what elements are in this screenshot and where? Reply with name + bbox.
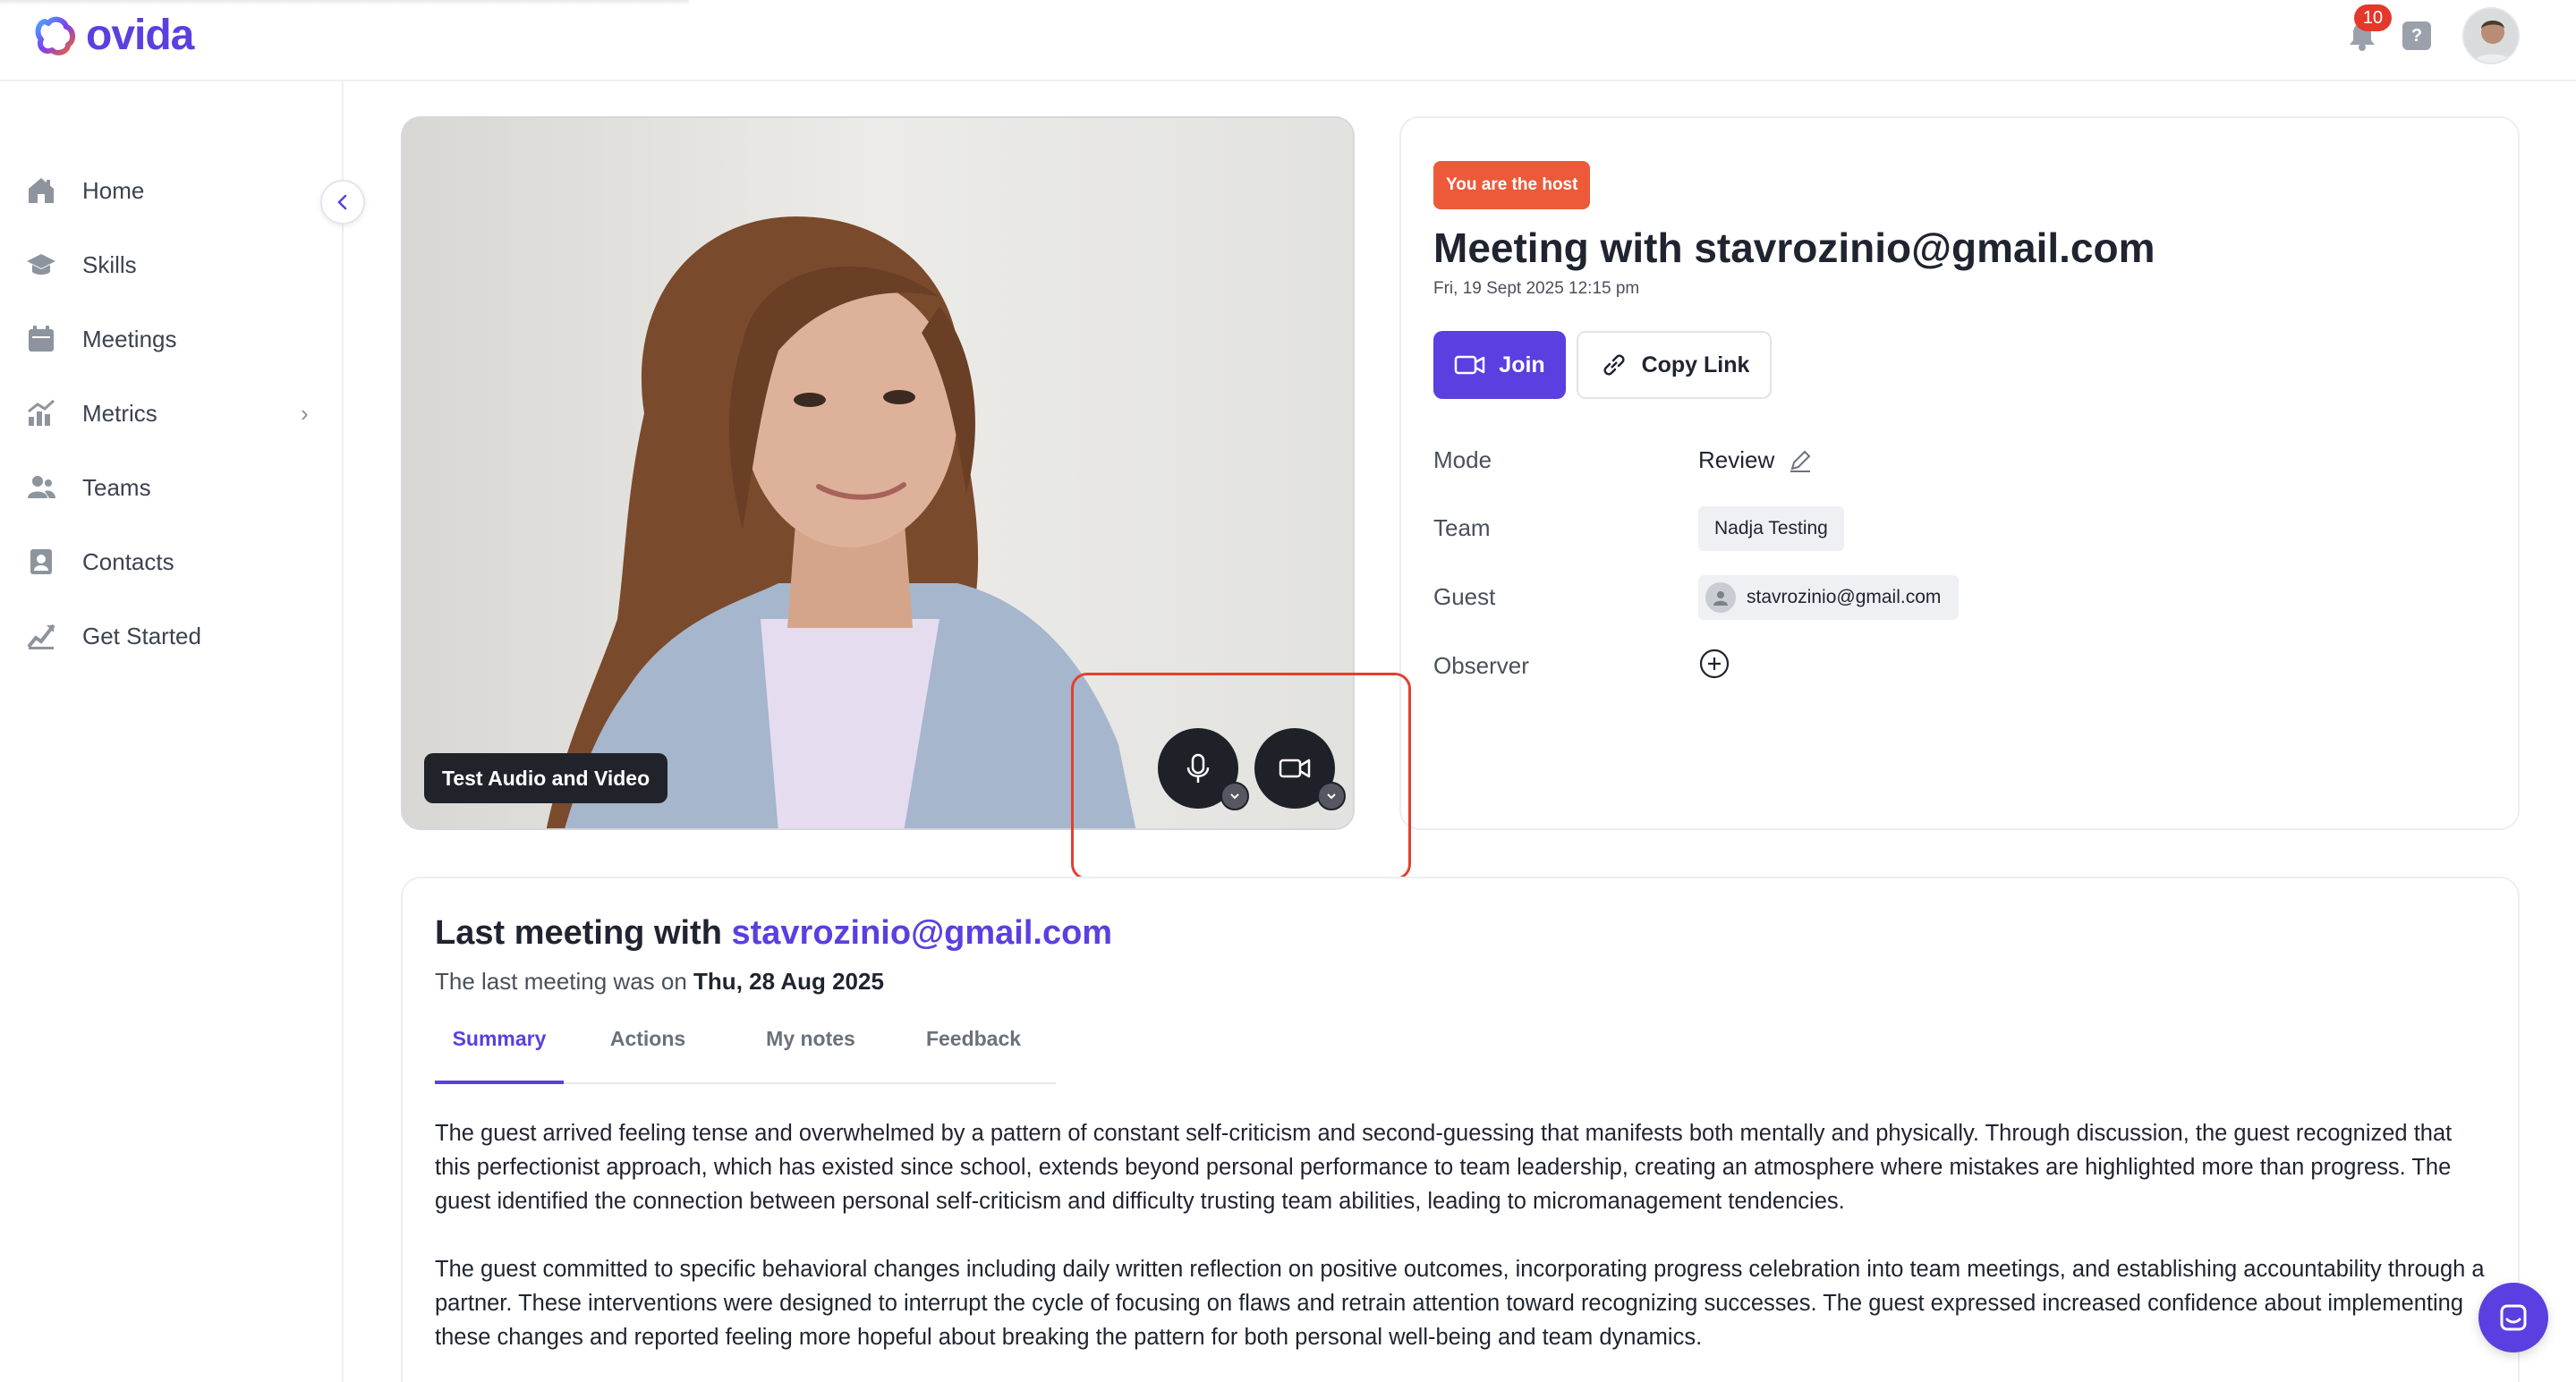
tab-actions[interactable]: Actions <box>591 1005 705 1084</box>
video-camera-icon <box>1455 355 1485 375</box>
sidebar-item-label: Meetings <box>82 325 177 352</box>
sidebar-item-home[interactable]: Home <box>25 165 329 216</box>
contact-card-icon <box>30 549 52 574</box>
summary-paragraph-2: The guest committed to specific behavior… <box>435 1257 2485 1350</box>
sidebar-item-label: Get Started <box>82 622 201 649</box>
highlight-annotation-box <box>1071 673 1411 880</box>
last-meeting-email-link[interactable]: stavrozinio@gmail.com <box>731 914 1112 952</box>
join-button[interactable]: Join <box>1433 331 1566 399</box>
home-icon <box>29 178 54 203</box>
sidebar-item-label: Metrics <box>82 399 157 427</box>
chat-support-button[interactable] <box>2478 1283 2548 1352</box>
link-icon <box>1603 354 1625 376</box>
sidebar-item-label: Home <box>82 176 145 204</box>
add-observer-plus-icon[interactable] <box>1698 648 1730 680</box>
sidebar-item-teams[interactable]: Teams <box>25 462 329 513</box>
graduation-cap-icon <box>27 254 55 275</box>
chevron-right-icon: › <box>301 399 309 427</box>
sidebar-item-label: Contacts <box>82 547 174 575</box>
copy-link-label: Copy Link <box>1641 352 1750 377</box>
user-photo <box>2464 9 2518 63</box>
last-meeting-date: Thu, 28 Aug 2025 <box>693 968 884 995</box>
calendar-icon <box>29 326 54 352</box>
last-meeting-card: Last meeting with stavrozinio@gmail.com … <box>401 877 2520 1382</box>
tab-my-notes[interactable]: My notes <box>746 1005 875 1084</box>
observer-value-row <box>1698 648 1730 680</box>
meeting-date: Fri, 19 Sept 2025 12:15 pm <box>1433 279 1640 298</box>
meeting-details-card: You are the host Meeting with stavrozini… <box>1399 116 2520 830</box>
mode-value: Review <box>1698 446 1775 473</box>
team-value-row: Nadja Testing <box>1698 506 1844 551</box>
chart-icon <box>28 399 55 426</box>
sidebar-item-skills[interactable]: Skills <box>25 240 329 290</box>
meeting-title: Meeting with stavrozinio@gmail.com <box>1433 225 2155 271</box>
help-icon[interactable]: ? <box>2402 21 2431 50</box>
chevron-left-icon <box>337 194 347 210</box>
sidebar-item-get-started[interactable]: Get Started <box>25 611 329 661</box>
sidebar: Home Skills Meetings Metrics › Teams Con… <box>0 81 344 1382</box>
summary-text: The guest arrived feeling tense and over… <box>435 1116 2493 1382</box>
tab-summary[interactable]: Summary <box>435 1005 564 1084</box>
summary-paragraph-1: The guest arrived feeling tense and over… <box>435 1121 2453 1214</box>
collapse-sidebar-button[interactable] <box>320 180 365 225</box>
last-meeting-tabs: Summary Actions My notes Feedback <box>435 1005 1056 1084</box>
guest-email: stavrozinio@gmail.com <box>1747 587 1942 607</box>
last-meeting-title: Last meeting with stavrozinio@gmail.com <box>435 914 1112 953</box>
users-icon <box>28 476 55 498</box>
edit-pencil-icon[interactable] <box>1787 447 1814 474</box>
guest-value-row: stavrozinio@gmail.com <box>1698 575 1960 620</box>
logo-text: ovida <box>86 12 194 59</box>
team-chip[interactable]: Nadja Testing <box>1698 506 1844 551</box>
notification-count-badge: 10 <box>2354 4 2392 31</box>
sidebar-item-label: Teams <box>82 473 151 501</box>
last-meeting-title-prefix: Last meeting with <box>435 914 722 952</box>
observer-label: Observer <box>1433 652 1529 679</box>
chat-icon <box>2500 1304 2527 1331</box>
tab-feedback[interactable]: Feedback <box>909 1005 1038 1084</box>
mode-label: Mode <box>1433 446 1492 473</box>
mode-value-row: Review <box>1698 446 1814 474</box>
rocket-icon <box>27 623 55 649</box>
guest-label: Guest <box>1433 583 1496 610</box>
user-avatar[interactable] <box>2462 7 2520 64</box>
sidebar-item-metrics[interactable]: Metrics › <box>25 388 329 438</box>
join-label: Join <box>1499 352 1545 377</box>
ovida-logo-icon <box>35 16 75 55</box>
test-audio-video-button[interactable]: Test Audio and Video <box>424 753 668 803</box>
host-badge: You are the host <box>1433 161 1591 209</box>
logo[interactable]: ovida <box>32 11 194 60</box>
sidebar-item-meetings[interactable]: Meetings <box>25 314 329 364</box>
guest-avatar-icon <box>1705 582 1736 613</box>
copy-link-button[interactable]: Copy Link <box>1577 331 1772 399</box>
last-meeting-subtitle: The last meeting was on Thu, 28 Aug 2025 <box>435 968 884 996</box>
team-label: Team <box>1433 514 1491 541</box>
sidebar-item-label: Skills <box>82 250 137 278</box>
sidebar-item-contacts[interactable]: Contacts <box>25 537 329 587</box>
guest-chip[interactable]: stavrozinio@gmail.com <box>1698 575 1960 620</box>
top-bar-shadow <box>0 0 689 5</box>
top-bar: ovida 10 ? <box>0 0 2576 81</box>
last-meeting-sub-prefix: The last meeting was on <box>435 968 687 995</box>
